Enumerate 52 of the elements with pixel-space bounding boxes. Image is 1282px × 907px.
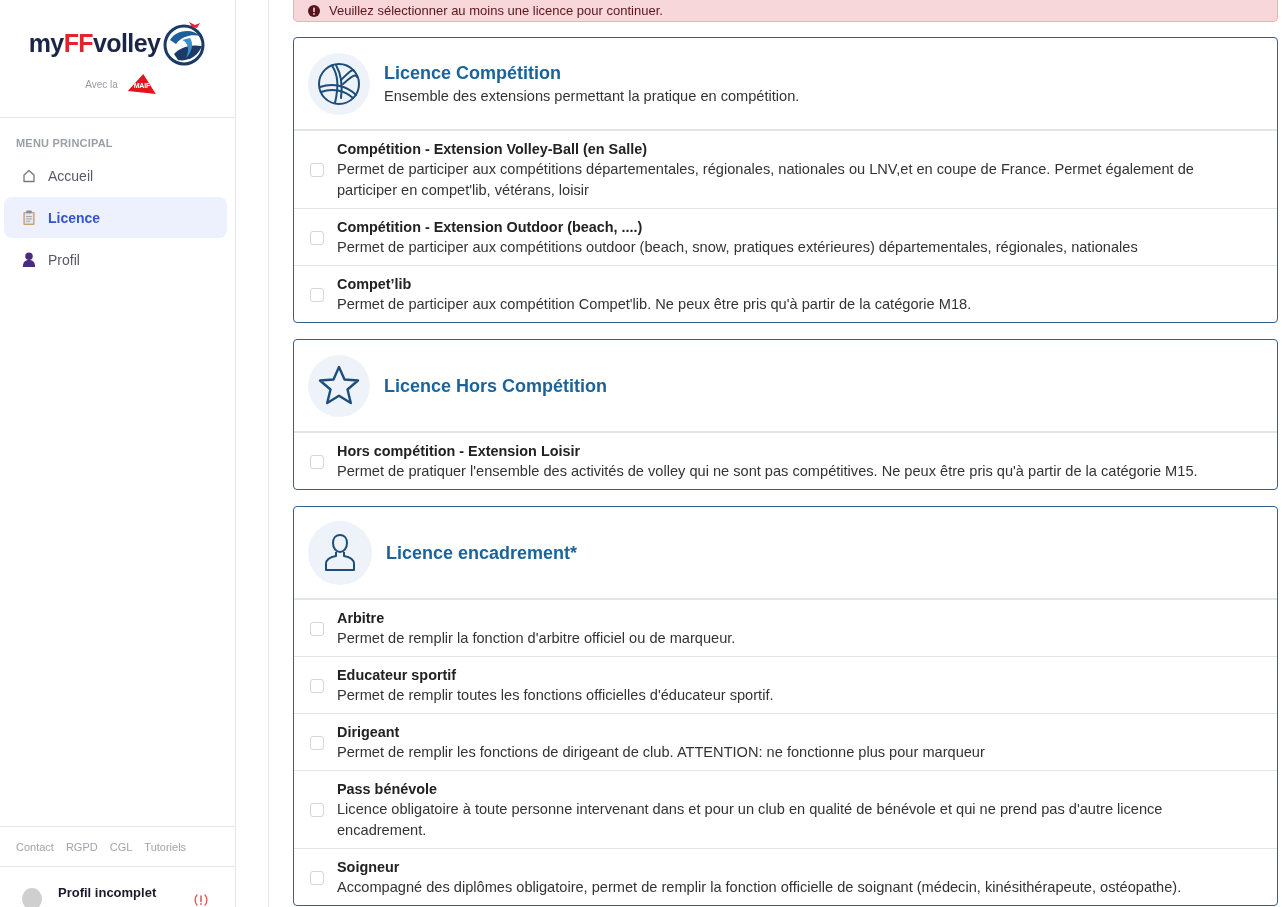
- profile-status: Profil incomplet: [58, 884, 157, 900]
- option-title: Compétition - Extension Volley-Ball (en Salle): [337, 140, 648, 159]
- option-description: Permet de participer aux compétition Compet'lib. Ne peux être pris qu'à partir de la catégorie M18.: [337, 295, 972, 314]
- checkbox[interactable]: [310, 803, 324, 817]
- checkbox[interactable]: [310, 678, 324, 693]
- option-description: Permet de remplir les fonctions de dirigeant de club. ATTENTION: ne fonctionne plus pour marqueur: [337, 743, 985, 762]
- ball-emblem-icon: [162, 20, 207, 66]
- footer-link[interactable]: RGPD: [65, 840, 98, 853]
- checkbox[interactable]: [310, 735, 324, 750]
- option-description: Permet de remplir la fonction d'arbitre officiel ou de marqueur.: [337, 629, 736, 648]
- option-description: Permet de pratiquer l'ensemble des activités de volley qui ne sont pas compétitives. Ne peux être pris qu'à partir de la catégorie M15.: [337, 462, 1198, 481]
- option-title: Compétition - Extension Outdoor (beach, ....): [337, 218, 644, 237]
- option-title: Arbitre: [337, 609, 386, 628]
- home-icon: [22, 168, 36, 183]
- ball-icon: [308, 53, 370, 115]
- footer-link[interactable]: Tutoriels: [144, 840, 187, 853]
- footer-link[interactable]: Contact: [16, 840, 54, 853]
- card-description: Ensemble des extensions permettant la pratique en compétition.: [384, 86, 800, 106]
- option-title: Soigneur: [337, 858, 401, 877]
- menu-heading: MENU PRINCIPAL: [15, 136, 114, 150]
- card-title: Licence encadrement*: [386, 542, 578, 564]
- clipboard-icon: [22, 210, 36, 225]
- option-title: Pass bénévole: [337, 780, 438, 799]
- person-outline-icon: [308, 521, 372, 585]
- warning-icon: [194, 894, 209, 906]
- nav-item[interactable]: Profil: [4, 239, 227, 280]
- option-description: Accompagné des diplômes obligatoire, permet de remplir la fonction officielle de soignant (médecin, kinésithérapeute, ostéopathe).: [337, 878, 1182, 897]
- person-icon: [22, 252, 36, 267]
- checkbox[interactable]: [310, 621, 324, 636]
- option-description: Licence obligatoire à toute personne intervenant dans et pour un club en qualité de bénévole et qui ne prend pas d'autre licence encadrement.: [337, 800, 1164, 840]
- nav-item[interactable]: Accueil: [4, 155, 227, 196]
- checkbox[interactable]: [310, 163, 324, 177]
- option-title: Hors compétition - Extension Loisir: [337, 442, 582, 461]
- option-description: Permet de participer aux compétitions outdoor (beach, snow, pratiques extérieures) départementales, régionales, nationales: [337, 238, 1138, 257]
- checkbox[interactable]: [310, 454, 324, 469]
- checkbox[interactable]: [310, 230, 324, 245]
- checkbox[interactable]: [310, 870, 324, 885]
- logo-wordmark: myFFvolley: [28, 28, 161, 58]
- option-description: Permet de participer aux compétitions départementales, régionales, nationales ou LNV,et en coupe de France. Permet également de participer en compet'lib, vétérans, loisir: [337, 160, 1195, 200]
- footer-link[interactable]: CGL: [109, 840, 133, 853]
- card-title: Licence Hors Compétition: [384, 375, 608, 397]
- option-title: Dirigeant: [337, 723, 401, 742]
- avatar-icon: [22, 888, 42, 907]
- option-description: Permet de remplir toutes les fonctions officielles d'éducateur sportif.: [337, 686, 774, 705]
- nav-item[interactable]: Licence: [4, 197, 227, 238]
- alert-icon: [308, 4, 320, 17]
- alert-message: Veuillez sélectionner au moins une licence pour continuer.: [329, 2, 663, 19]
- option-title: Educateur sportif: [337, 666, 458, 685]
- checkbox[interactable]: [310, 287, 324, 302]
- option-title: Compet’lib: [337, 275, 413, 294]
- partner-caption: Avec la: [85, 78, 118, 90]
- card-title: Licence Compétition: [384, 61, 563, 84]
